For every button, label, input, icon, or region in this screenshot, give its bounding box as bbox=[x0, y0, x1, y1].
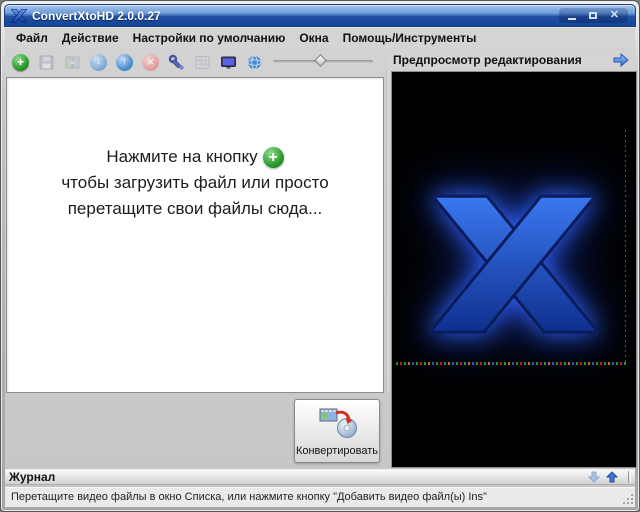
move-down-icon[interactable]: ↓ bbox=[90, 54, 107, 71]
status-bar: Перетащите видео файлы в окно Списка, ил… bbox=[5, 486, 635, 507]
log-grip[interactable] bbox=[628, 471, 631, 483]
zoom-slider-thumb[interactable] bbox=[314, 54, 327, 67]
file-list-dropzone[interactable]: Нажмите на кнопку + чтобы загрузить файл … bbox=[6, 77, 384, 393]
drop-message-line2: чтобы загрузить файл или просто bbox=[61, 173, 328, 192]
close-button[interactable]: ✕ bbox=[610, 10, 619, 21]
settings-wrench-icon[interactable] bbox=[168, 54, 185, 71]
drop-message: Нажмите на кнопку + чтобы загрузить файл … bbox=[7, 144, 383, 222]
log-scroll-down-icon[interactable] bbox=[588, 471, 600, 483]
save-icon[interactable] bbox=[38, 54, 55, 71]
convert-button-label: Конвертировать bbox=[296, 445, 378, 457]
menu-bar: Файл Действие Настройки по умолчанию Окн… bbox=[5, 28, 635, 48]
join-titles-icon[interactable] bbox=[64, 54, 81, 71]
maximize-button[interactable] bbox=[589, 12, 597, 19]
status-text: Перетащите видео файлы в окно Списка, ил… bbox=[11, 491, 487, 503]
convert-button[interactable]: Конвертировать bbox=[294, 399, 380, 463]
log-arrows bbox=[588, 471, 631, 483]
display-preview-icon[interactable] bbox=[220, 54, 237, 71]
panel-splitter[interactable] bbox=[386, 71, 389, 393]
web-icon[interactable] bbox=[246, 54, 263, 71]
toolbar: + ↓ ↑ ✕ bbox=[12, 50, 263, 74]
convertx-logo bbox=[430, 192, 598, 338]
menu-default-settings[interactable]: Настройки по умолчанию bbox=[126, 29, 293, 47]
convert-to-disc-icon bbox=[319, 407, 359, 439]
content-area: + ↓ ↑ ✕ bbox=[5, 48, 635, 507]
window-title: ConvertXtoHD 2.0.0.27 bbox=[32, 9, 161, 23]
zoom-slider[interactable] bbox=[273, 60, 373, 63]
log-bar: Журнал bbox=[5, 469, 635, 485]
menu-windows[interactable]: Окна bbox=[292, 29, 335, 47]
window-controls: ✕ bbox=[559, 8, 628, 23]
add-file-icon[interactable]: + bbox=[12, 54, 29, 71]
vertical-dotted-line bbox=[625, 130, 626, 364]
remove-title-icon[interactable]: ✕ bbox=[142, 54, 159, 71]
menu-help-tools[interactable]: Помощь/Инструменты bbox=[336, 29, 484, 47]
app-window: ConvertXtoHD 2.0.0.27 ✕ Файл Действие На… bbox=[0, 0, 640, 512]
drop-message-line1: Нажмите на кнопку bbox=[106, 147, 257, 166]
log-scroll-up-icon[interactable] bbox=[606, 471, 618, 483]
log-title: Журнал bbox=[9, 470, 55, 484]
move-up-icon[interactable]: ↑ bbox=[116, 54, 133, 71]
app-logo-icon bbox=[11, 9, 27, 23]
preview-title: Предпросмотр редактирования bbox=[393, 53, 582, 67]
menu-action[interactable]: Действие bbox=[55, 29, 126, 47]
menu-file[interactable]: Файл bbox=[9, 29, 55, 47]
preview-screen[interactable] bbox=[391, 71, 637, 468]
timeline-dotted-line bbox=[396, 362, 628, 365]
title-bar: ConvertXtoHD 2.0.0.27 ✕ bbox=[4, 4, 636, 27]
next-panel-arrow-icon[interactable] bbox=[613, 53, 629, 67]
plus-button-icon[interactable]: + bbox=[263, 147, 284, 168]
preview-header: Предпросмотр редактирования bbox=[389, 50, 633, 70]
menu-editor-icon[interactable] bbox=[194, 54, 211, 71]
minimize-button[interactable] bbox=[568, 18, 576, 20]
drop-message-line3: перетащите свои файлы сюда... bbox=[68, 199, 323, 218]
